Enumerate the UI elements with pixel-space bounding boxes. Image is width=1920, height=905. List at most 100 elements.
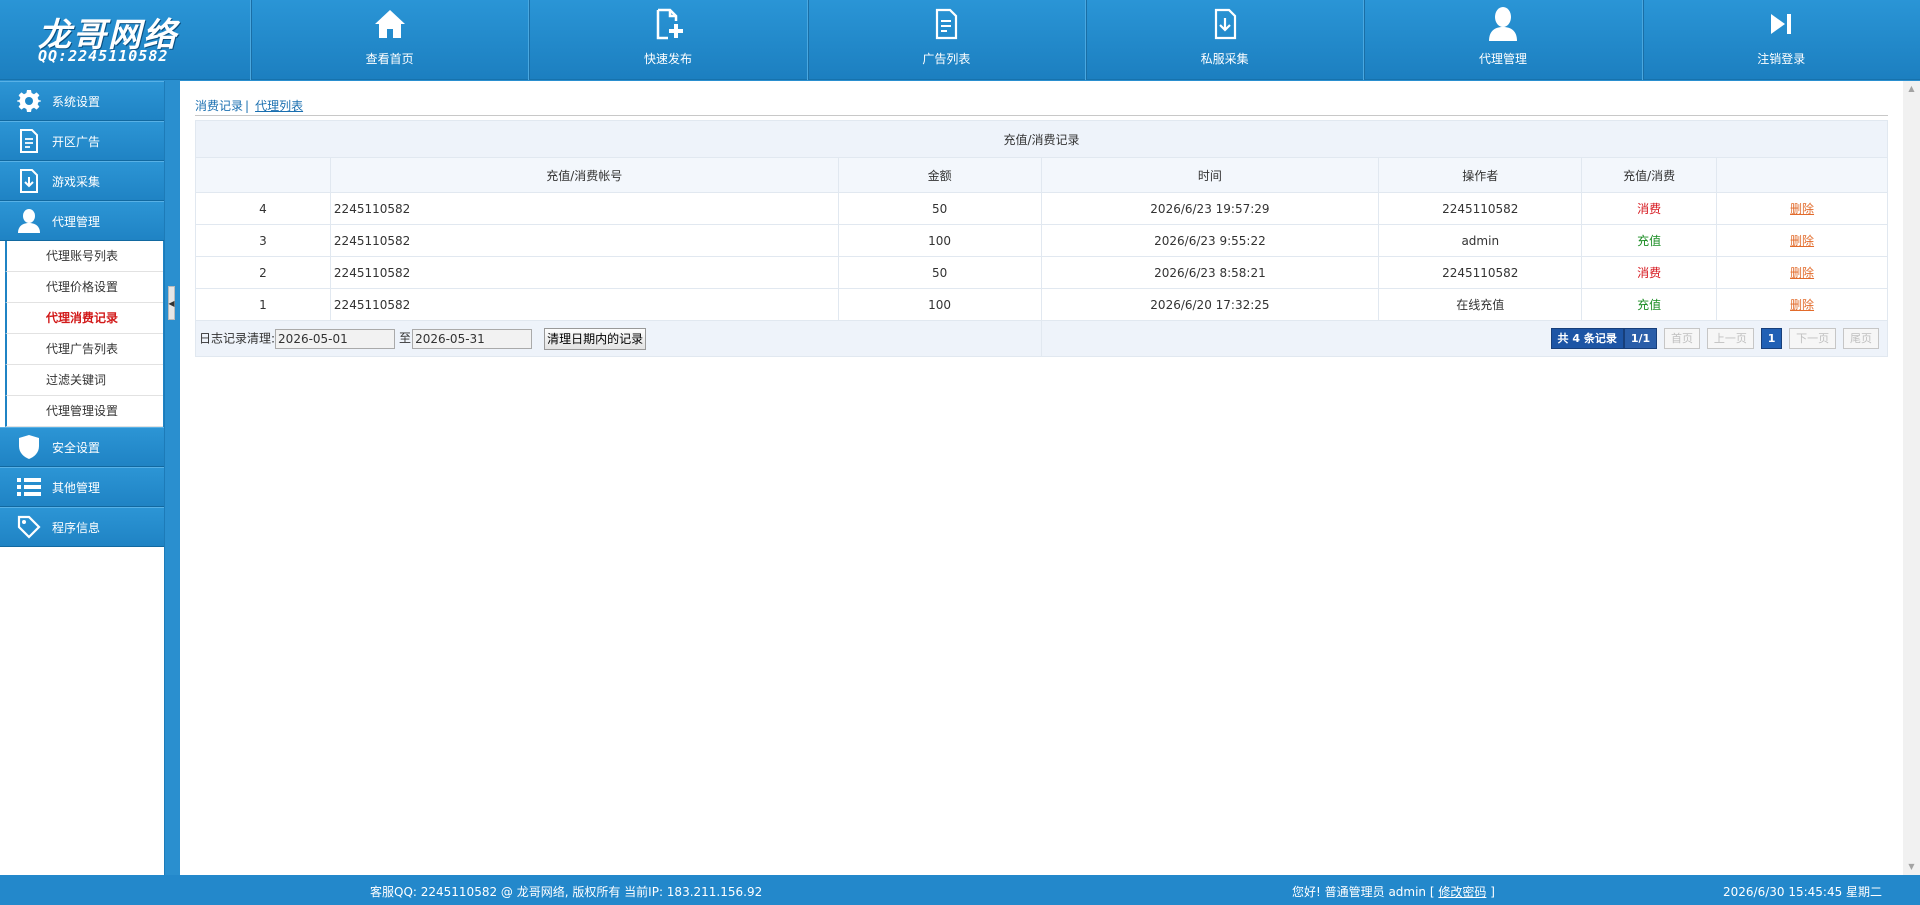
cell-account: 2245110582 bbox=[329, 288, 839, 321]
cell-time: 2026/6/20 17:32:25 bbox=[1040, 288, 1380, 321]
nav-quick-publish[interactable]: 快速发布 bbox=[528, 0, 806, 80]
vertical-scrollbar[interactable]: ▲ ▼ bbox=[1903, 81, 1920, 875]
sidebar-group-game-collect[interactable]: 游戏采集 bbox=[0, 161, 164, 201]
sidebar-group-system-settings[interactable]: 系统设置 bbox=[0, 81, 164, 121]
sidebar-item-agent-consume-records[interactable]: 代理消费记录 bbox=[5, 303, 163, 334]
table-row: 3 2245110582 100 2026/6/23 9:55:22 admin… bbox=[195, 224, 1888, 257]
sidebar-collapse-handle[interactable]: ◀ bbox=[168, 286, 175, 320]
tab-bar: 消费记录 | 代理列表 bbox=[195, 97, 1888, 116]
col-header-amount: 金额 bbox=[837, 157, 1042, 193]
sidebar-group-label: 代理管理 bbox=[52, 214, 101, 229]
sidebar-group-agent-manage[interactable]: 代理管理 bbox=[0, 201, 164, 241]
col-header-type: 充值/消费 bbox=[1581, 157, 1718, 193]
delete-link[interactable]: 删除 bbox=[1790, 298, 1814, 312]
status-footer: 客服QQ: 2245110582 @ 龙哥网络, 版权所有 当前IP: 183.… bbox=[0, 875, 1920, 905]
pagination: 共 4 条记录 1/1 首页 上一页 1 下一页 尾页 bbox=[1040, 320, 1889, 357]
cell-action: 删除 bbox=[1716, 288, 1888, 321]
sidebar-group-other[interactable]: 其他管理 bbox=[0, 467, 164, 507]
clear-records-button[interactable]: 清理日期内的记录 bbox=[544, 327, 647, 350]
nav-home[interactable]: 查看首页 bbox=[250, 0, 528, 80]
footer-support-info: 客服QQ: 2245110582 @ 龙哥网络, 版权所有 当前IP: 183.… bbox=[370, 885, 763, 899]
footer-greeting: 您好! 普通管理员 admin [ bbox=[1292, 885, 1435, 899]
pager-total: 共 4 条记录 bbox=[1550, 328, 1624, 349]
file-add-icon bbox=[650, 6, 686, 42]
gear-icon bbox=[16, 88, 42, 114]
cell-amount: 100 bbox=[837, 288, 1042, 321]
table-footer-row: 日志记录清理: 至 清理日期内的记录 共 4 条记录1/1 首页 上一页 1 下一页… bbox=[195, 320, 1889, 357]
cell-id: 4 bbox=[195, 192, 331, 225]
date-to-label: 至 bbox=[399, 331, 412, 345]
col-header-account: 充值/消费帐号 bbox=[329, 157, 839, 193]
nav-agent-manage[interactable]: 代理管理 bbox=[1363, 0, 1641, 80]
table-header-row: 充值/消费帐号 金额 时间 操作者 充值/消费 bbox=[195, 157, 1888, 193]
sidebar-group-open-ads[interactable]: 开区广告 bbox=[0, 121, 164, 161]
pager-last[interactable]: 尾页 bbox=[1843, 328, 1879, 349]
col-header-time: 时间 bbox=[1040, 157, 1380, 193]
sidebar-item-agent-ads[interactable]: 代理广告列表 bbox=[5, 334, 163, 365]
start-date-input[interactable] bbox=[275, 328, 396, 349]
delete-link[interactable]: 删除 bbox=[1790, 234, 1814, 248]
cell-action: 删除 bbox=[1716, 224, 1888, 257]
tag-icon bbox=[16, 514, 42, 540]
cell-time: 2026/6/23 9:55:22 bbox=[1040, 224, 1380, 257]
end-date-input[interactable] bbox=[412, 328, 533, 349]
sidebar-group-label: 安全设置 bbox=[52, 440, 101, 455]
sidebar-item-filter-keywords[interactable]: 过滤关键词 bbox=[5, 365, 163, 396]
nav-quick-publish-label: 快速发布 bbox=[643, 52, 692, 66]
pager-fraction: 1/1 bbox=[1623, 328, 1658, 349]
delete-link[interactable]: 删除 bbox=[1790, 202, 1814, 216]
cell-type: 充值 bbox=[1581, 288, 1718, 321]
records-table: 充值/消费记录 充值/消费帐号 金额 时间 操作者 充值/消费 4 224511… bbox=[195, 120, 1889, 357]
sidebar-group-program-info[interactable]: 程序信息 bbox=[0, 507, 164, 547]
tab-agent-list[interactable]: 代理列表 bbox=[255, 99, 303, 113]
pager-next[interactable]: 下一页 bbox=[1789, 328, 1837, 349]
nav-private-collect-label: 私服采集 bbox=[1200, 52, 1249, 66]
nav-logout[interactable]: 注销登录 bbox=[1641, 0, 1920, 80]
nav-home-label: 查看首页 bbox=[365, 52, 414, 66]
list-icon bbox=[16, 474, 42, 500]
col-header-id bbox=[195, 157, 331, 193]
pager-first[interactable]: 首页 bbox=[1664, 328, 1701, 349]
document-icon bbox=[16, 128, 42, 154]
scroll-up-arrow[interactable]: ▲ bbox=[1903, 81, 1920, 97]
pager-current-page[interactable]: 1 bbox=[1760, 328, 1783, 349]
cell-type: 充值 bbox=[1581, 224, 1718, 257]
nav-logout-label: 注销登录 bbox=[1757, 52, 1806, 66]
cell-amount: 50 bbox=[837, 192, 1042, 225]
top-nav: 查看首页 快速发布 广告列表 私服采集 代理管理 注销登录 bbox=[250, 0, 1920, 80]
cell-operator: admin bbox=[1378, 224, 1583, 257]
download-file-icon bbox=[1207, 6, 1243, 42]
sidebar-item-agent-accounts[interactable]: 代理账号列表 bbox=[5, 241, 163, 272]
sidebar-group-label: 其他管理 bbox=[52, 480, 101, 495]
cell-action: 删除 bbox=[1716, 192, 1888, 225]
top-header: 龙哥网络 QQ:2245110582 查看首页 快速发布 广告列表 私服采集 代… bbox=[0, 0, 1920, 80]
nav-ad-list[interactable]: 广告列表 bbox=[806, 0, 1085, 80]
table-row: 1 2245110582 100 2026/6/20 17:32:25 在线充值… bbox=[195, 288, 1888, 321]
col-header-action bbox=[1716, 157, 1888, 193]
sidebar-item-agent-settings[interactable]: 代理管理设置 bbox=[5, 396, 163, 427]
pager-prev[interactable]: 上一页 bbox=[1706, 328, 1754, 349]
logout-icon bbox=[1763, 6, 1799, 42]
cell-operator: 2245110582 bbox=[1378, 192, 1583, 225]
logo-qq: QQ:2245110582 bbox=[38, 47, 169, 65]
logo: 龙哥网络 QQ:2245110582 bbox=[0, 0, 250, 80]
user-icon bbox=[1485, 6, 1521, 42]
col-header-operator: 操作者 bbox=[1378, 157, 1583, 193]
footer-user-info: 您好! 普通管理员 admin [ 修改密码 ] bbox=[1292, 883, 1495, 900]
delete-link[interactable]: 删除 bbox=[1790, 266, 1814, 280]
change-password-link[interactable]: 修改密码 bbox=[1438, 885, 1486, 899]
cell-amount: 100 bbox=[837, 224, 1042, 257]
sidebar-item-agent-prices[interactable]: 代理价格设置 bbox=[5, 272, 163, 303]
home-icon bbox=[372, 6, 408, 42]
nav-agent-manage-label: 代理管理 bbox=[1478, 52, 1527, 66]
sidebar-group-security[interactable]: 安全设置 bbox=[0, 427, 164, 467]
cell-type: 消费 bbox=[1581, 192, 1718, 225]
table-row: 2 2245110582 50 2026/6/23 8:58:21 224511… bbox=[195, 256, 1888, 289]
sidebar-group-label: 程序信息 bbox=[52, 520, 101, 535]
nav-private-collect[interactable]: 私服采集 bbox=[1084, 0, 1363, 80]
document-list-icon bbox=[928, 6, 964, 42]
tab-separator: | bbox=[245, 99, 250, 113]
scroll-down-arrow[interactable]: ▼ bbox=[1903, 859, 1920, 875]
sidebar-group-label: 游戏采集 bbox=[52, 174, 101, 189]
tab-consume-records[interactable]: 消费记录 bbox=[195, 99, 243, 113]
